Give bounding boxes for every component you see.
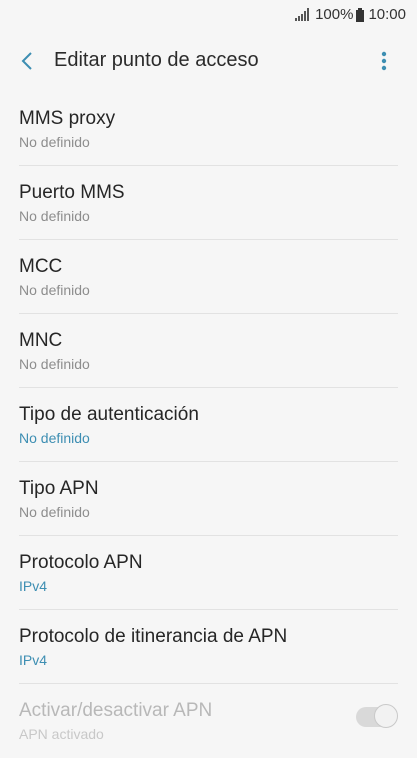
setting-mnc[interactable]: MNC No definido bbox=[19, 314, 398, 388]
setting-value: IPv4 bbox=[19, 652, 48, 668]
setting-title: MMS proxy bbox=[19, 108, 116, 129]
setting-mms-proxy[interactable]: MMS proxy No definido bbox=[19, 92, 398, 166]
setting-tipo-apn[interactable]: Tipo APN No definido bbox=[19, 462, 398, 536]
app-bar: Editar punto de acceso bbox=[0, 32, 417, 90]
battery-icon bbox=[356, 7, 365, 22]
setting-value: No definido bbox=[19, 504, 90, 520]
battery-percentage: 100% bbox=[315, 6, 354, 23]
setting-title: Tipo APN bbox=[19, 478, 99, 499]
signal-icon bbox=[295, 8, 310, 21]
more-options-button[interactable] bbox=[369, 46, 399, 76]
apn-toggle-switch bbox=[356, 704, 398, 728]
status-bar: 100% 10:00 bbox=[0, 0, 417, 32]
settings-list: MMS proxy No definido Puerto MMS No defi… bbox=[0, 92, 417, 758]
setting-value: No definido bbox=[19, 356, 90, 372]
status-indicators: 100% 10:00 bbox=[295, 6, 406, 23]
setting-value: APN activado bbox=[19, 726, 104, 742]
setting-value: No definido bbox=[19, 282, 90, 298]
page-title: Editar punto de acceso bbox=[54, 49, 259, 71]
setting-protocolo-itinerancia-apn[interactable]: Protocolo de itinerancia de APN IPv4 bbox=[19, 610, 398, 684]
chevron-left-icon bbox=[21, 52, 32, 70]
setting-title: Protocolo APN bbox=[19, 552, 143, 573]
setting-puerto-mms[interactable]: Puerto MMS No definido bbox=[19, 166, 398, 240]
setting-value: No definido bbox=[19, 208, 90, 224]
setting-title: Protocolo de itinerancia de APN bbox=[19, 626, 288, 647]
setting-title: MNC bbox=[19, 330, 63, 351]
setting-mcc[interactable]: MCC No definido bbox=[19, 240, 398, 314]
back-button[interactable] bbox=[10, 44, 44, 78]
setting-title: Activar/desactivar APN bbox=[19, 700, 213, 721]
toggle-knob bbox=[374, 704, 398, 728]
more-vertical-icon bbox=[381, 51, 387, 71]
clock: 10:00 bbox=[368, 6, 406, 23]
setting-value: No definido bbox=[19, 134, 90, 150]
setting-tipo-autenticacion[interactable]: Tipo de autenticación No definido bbox=[19, 388, 398, 462]
setting-value: No definido bbox=[19, 430, 90, 446]
setting-activar-apn: Activar/desactivar APN APN activado bbox=[19, 684, 398, 758]
setting-title: Puerto MMS bbox=[19, 182, 125, 203]
setting-title: MCC bbox=[19, 256, 63, 277]
setting-value: IPv4 bbox=[19, 578, 48, 594]
setting-title: Tipo de autenticación bbox=[19, 404, 199, 425]
setting-protocolo-apn[interactable]: Protocolo APN IPv4 bbox=[19, 536, 398, 610]
